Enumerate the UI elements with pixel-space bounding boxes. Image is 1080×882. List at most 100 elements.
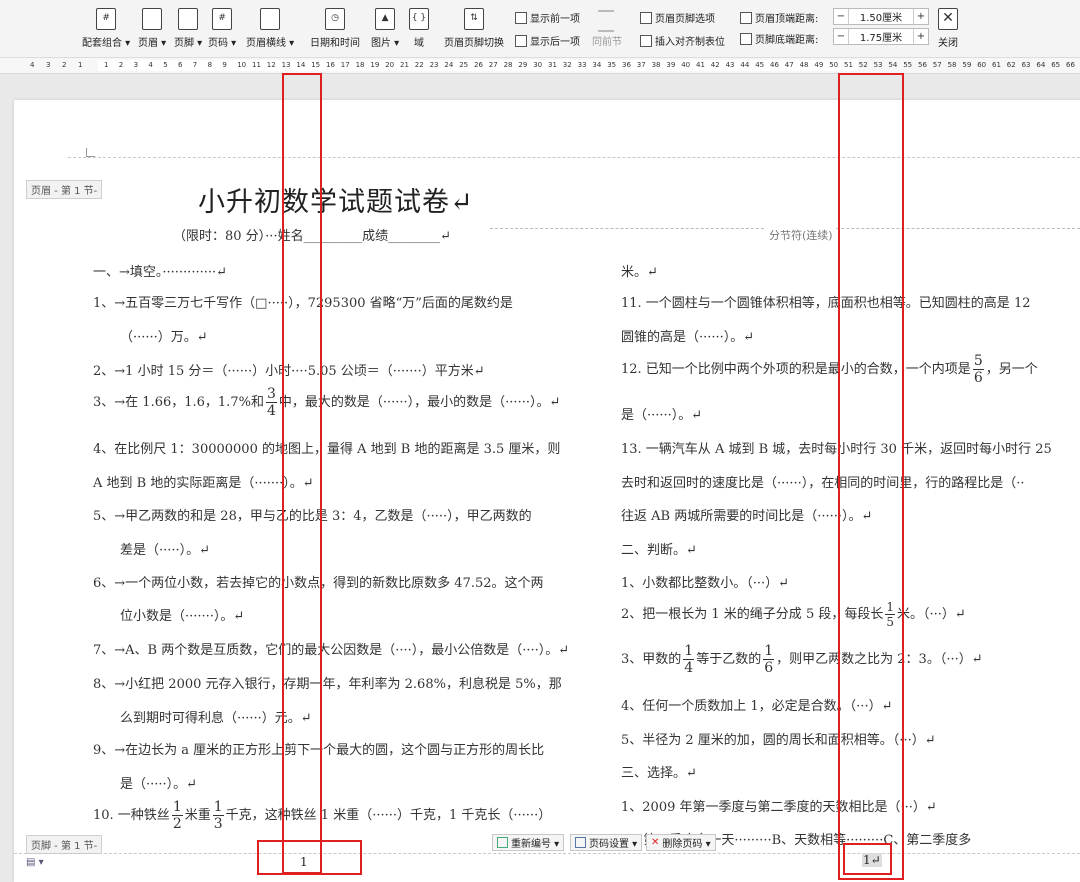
header-footer-toolbar: # 配套组合 ▾ 页眉 ▾ 页脚 ▾ # 页码 ▾ 页眉横线 ▾ ◷ 日期和时间 ▲ 图… xyxy=(0,0,1080,58)
ruler-number: 16 xyxy=(326,61,335,69)
decrease-button[interactable]: − xyxy=(834,11,848,22)
field-button[interactable]: { } 域 xyxy=(409,8,429,49)
page-number-button[interactable]: # 页码 ▾ xyxy=(208,8,236,49)
page-number-settings-button[interactable]: 页码设置 ▾ xyxy=(570,834,643,851)
ruler-number: 61 xyxy=(992,61,1001,69)
ruler-number: 1 xyxy=(104,61,109,69)
ruler-number: 47 xyxy=(784,61,794,69)
text-line: 1、小数都比整数小。（···）↵ xyxy=(621,576,790,591)
page-number-icon: # xyxy=(212,8,233,30)
ruler-number: 8 xyxy=(207,61,213,69)
header-top-distance-stepper[interactable]: − 1.50厘米 + xyxy=(833,8,929,25)
header-boundary xyxy=(68,157,1080,158)
ruler-number: 48 xyxy=(799,61,809,69)
ruler-number: 35 xyxy=(607,61,617,69)
ruler-number: 33 xyxy=(577,61,587,69)
ruler-number: 55 xyxy=(903,61,913,69)
ruler-number: 54 xyxy=(888,61,898,69)
ruler-number: 63 xyxy=(1021,61,1031,69)
ruler-number: 4 xyxy=(30,61,35,69)
show-next-button[interactable]: 显示后一项 xyxy=(515,33,580,48)
annotation-box xyxy=(843,843,892,875)
header-line-button[interactable]: 页眉横线 ▾ xyxy=(246,8,294,49)
close-button[interactable]: ✕ 关闭 xyxy=(938,8,958,49)
field-icon: { } xyxy=(409,8,429,30)
ruler-number: 6 xyxy=(178,61,183,69)
horizontal-ruler[interactable]: 4 3 2 1 1 2 3 4 5 6 7 8 9 10 11 12 13 14 15 16 17 18 19 20 21 22 2… xyxy=(0,58,1080,74)
renumber-button[interactable]: 重新编号 ▾ xyxy=(492,834,565,851)
footer-bottom-distance-stepper[interactable]: − 1.75厘米 + xyxy=(833,28,929,45)
ruler-number: 24 xyxy=(444,61,454,69)
text-line: 4、在比例尺 1：30000000 的地图上，量得 A 地到 B 地的距离是 3… xyxy=(93,442,561,457)
increase-button[interactable]: + xyxy=(914,31,928,42)
picture-button[interactable]: ▲ 图片 ▾ xyxy=(371,8,399,49)
document-icon: ▤ ▾ xyxy=(26,857,44,868)
ruler-number: 13 xyxy=(281,61,291,69)
text-line: 差是（·····）。↵ xyxy=(120,543,211,558)
matching-combo-button[interactable]: # 配套组合 ▾ xyxy=(82,8,130,49)
insert-align-tab-button[interactable]: 插入对齐制表位 xyxy=(640,33,725,48)
header-footer-options-button[interactable]: 页眉页脚选项 xyxy=(640,10,715,25)
text-line: A 地到 B 地的实际距离是（·······）。↵ xyxy=(93,476,314,491)
document-page[interactable] xyxy=(14,100,1080,882)
ruler-number: 39 xyxy=(666,61,676,69)
margin-corner-mark xyxy=(86,148,95,157)
ruler-number: 22 xyxy=(414,61,424,69)
ruler-number: 7 xyxy=(192,61,198,69)
footer-bottom-icon xyxy=(740,33,752,45)
ruler-number: 28 xyxy=(503,61,513,69)
ruler-number: 17 xyxy=(340,61,350,69)
text-line: 3、→在 1.66，1.6，1.7%和 3 4 中，最大的数是（······），最小的… xyxy=(93,386,561,419)
text-line: 10. 一种铁丝 1 2 米重 1 3 千克，这种铁丝 1 米重（······）千克，1 千… xyxy=(93,799,552,832)
ruler-number: 64 xyxy=(1036,61,1046,69)
header-footer-switch-button[interactable]: ⇅ 页眉页脚切换 xyxy=(444,8,504,49)
ruler-number: 38 xyxy=(651,61,661,69)
increase-button[interactable]: + xyxy=(914,11,928,22)
renumber-icon xyxy=(497,837,508,848)
ruler-number: 29 xyxy=(518,61,528,69)
ruler-number: 41 xyxy=(696,61,705,69)
ruler-number: 21 xyxy=(400,61,409,69)
ruler-number: 25 xyxy=(459,61,469,69)
header-top-distance-input[interactable]: 1.50厘米 xyxy=(848,9,914,24)
text-line: 13. 一辆汽车从 A 城到 B 城，去时每小时行 30 千米，返回时每小时行 … xyxy=(621,442,1052,457)
ruler-number: 11 xyxy=(252,61,261,69)
ruler-number: 31 xyxy=(548,61,557,69)
footer-button[interactable]: 页脚 ▾ xyxy=(174,8,202,49)
footer-boundary xyxy=(14,853,1080,854)
annotation-box xyxy=(282,73,322,874)
decrease-button[interactable]: − xyxy=(834,31,848,42)
ruler-number: 19 xyxy=(370,61,380,69)
ruler-number: 59 xyxy=(962,61,972,69)
text-line: 往返 AB 两城所需要的时间比是（······）。↵ xyxy=(621,509,873,524)
show-previous-button[interactable]: 显示前一项 xyxy=(515,10,580,25)
ruler-number: 43 xyxy=(725,61,735,69)
show-previous-icon xyxy=(515,12,527,24)
ruler-number: 66 xyxy=(1066,61,1075,69)
text-line: 是（······）。↵ xyxy=(621,408,703,423)
header-button[interactable]: 页眉 ▾ xyxy=(138,8,166,49)
ruler-number: 20 xyxy=(385,61,395,69)
ruler-number: 23 xyxy=(429,61,439,69)
ruler-number: 60 xyxy=(977,61,987,69)
same-as-previous-button[interactable]: 同前节 xyxy=(592,33,622,48)
header-top-icon xyxy=(740,12,752,24)
date-time-button[interactable]: ◷ 日期和时间 xyxy=(310,8,360,49)
ruler-number: 1 xyxy=(78,61,83,69)
ruler-number: 42 xyxy=(710,61,720,69)
fraction: 12 xyxy=(171,799,183,832)
ruler-number: 36 xyxy=(622,61,631,69)
fraction: 34 xyxy=(265,386,277,419)
footer-bottom-distance-input[interactable]: 1.75厘米 xyxy=(848,29,914,44)
ruler-number: 32 xyxy=(562,61,572,69)
ruler-number: 15 xyxy=(311,61,321,69)
text-line: 三、选择。↵ xyxy=(621,766,697,781)
ruler-number: 5 xyxy=(163,61,168,69)
annotation-box xyxy=(257,840,362,875)
delete-page-number-button[interactable]: ✕ 删除页码 ▾ xyxy=(646,834,716,851)
text-line: 去时和返回时的速度比是（······），在相同的时间里，行的路程比是（·· xyxy=(621,476,1025,491)
header-icon xyxy=(142,8,163,30)
text-line: 二、判断。↵ xyxy=(621,543,697,558)
footer-bottom-distance-label: 页脚底端距离: xyxy=(740,31,818,46)
ruler-number: 65 xyxy=(1051,61,1061,69)
